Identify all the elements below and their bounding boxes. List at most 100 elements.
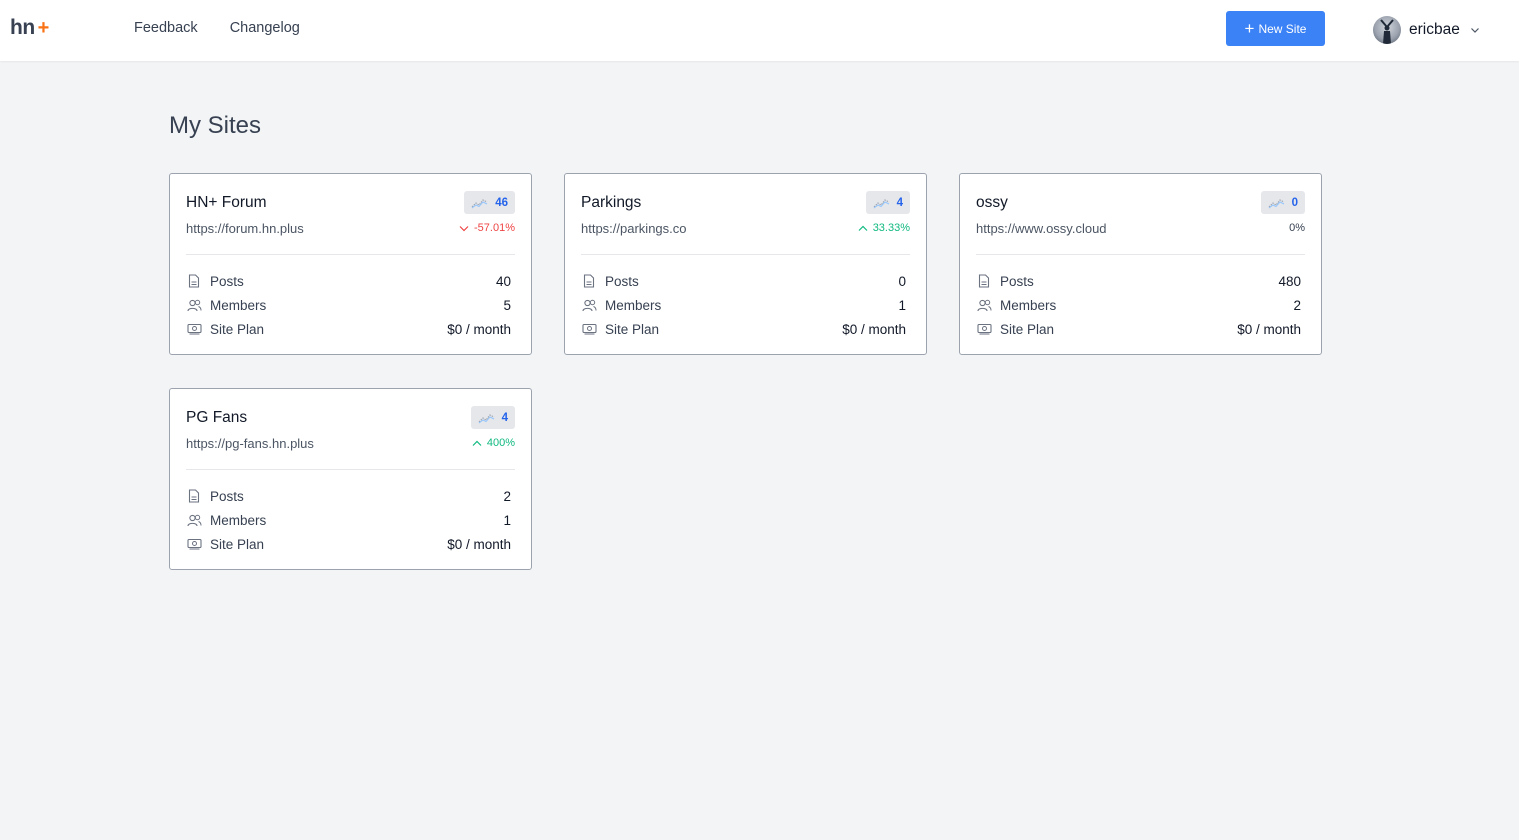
avatar bbox=[1373, 15, 1401, 44]
document-icon bbox=[581, 273, 597, 289]
visits-count: 4 bbox=[896, 196, 903, 209]
document-icon bbox=[186, 488, 202, 504]
document-icon bbox=[976, 273, 992, 289]
stat-label: Posts bbox=[210, 273, 244, 289]
stat-members-value: 5 bbox=[503, 297, 511, 313]
stat-posts-value: 0 bbox=[898, 273, 906, 289]
change-value: 33.33% bbox=[872, 222, 910, 234]
cash-icon bbox=[976, 321, 992, 337]
stat-posts-value: 480 bbox=[1278, 273, 1301, 289]
change-value: -57.01% bbox=[474, 222, 515, 234]
stat-plan-value: $0 / month bbox=[842, 321, 906, 337]
stat-plan-value: $0 / month bbox=[447, 536, 511, 552]
site-url[interactable]: https://parkings.co bbox=[581, 221, 687, 236]
visits-badge: 46 bbox=[464, 191, 515, 214]
stat-members-value: 1 bbox=[503, 512, 511, 528]
site-url[interactable]: https://pg-fans.hn.plus bbox=[186, 436, 314, 451]
stat-label: Members bbox=[605, 297, 662, 313]
users-icon bbox=[581, 297, 597, 313]
new-site-button[interactable]: + New Site bbox=[1226, 11, 1325, 46]
stat-posts: Posts 40 bbox=[186, 271, 511, 291]
stat-plan: Site Plan $0 / month bbox=[186, 534, 511, 554]
user-menu[interactable]: ericbae bbox=[1373, 15, 1480, 44]
chevron-down-icon bbox=[459, 225, 469, 231]
visits-badge: 4 bbox=[470, 406, 515, 429]
cash-icon bbox=[581, 321, 597, 337]
visits-change: -57.01% bbox=[459, 222, 515, 234]
stat-label: Site Plan bbox=[605, 321, 660, 337]
site-name: Parkings bbox=[581, 194, 642, 211]
username: ericbae bbox=[1409, 20, 1460, 38]
stat-label: Members bbox=[210, 512, 267, 528]
site-card[interactable]: Parkings https://parkings.co 4 33.33% Po… bbox=[564, 173, 927, 355]
stat-members-value: 2 bbox=[1293, 297, 1301, 313]
new-site-label: New Site bbox=[1258, 21, 1307, 36]
stat-label: Site Plan bbox=[210, 321, 265, 337]
chevron-down-icon bbox=[1470, 27, 1479, 33]
trend-chart-icon bbox=[471, 198, 488, 208]
stat-plan: Site Plan $0 / month bbox=[976, 319, 1301, 339]
stat-label: Posts bbox=[210, 488, 244, 504]
site-url[interactable]: https://www.ossy.cloud bbox=[976, 221, 1107, 236]
users-icon bbox=[186, 512, 202, 528]
cash-icon bbox=[186, 321, 202, 337]
visits-count: 4 bbox=[501, 411, 508, 424]
visits-badge: 4 bbox=[865, 191, 910, 214]
nav-changelog-link[interactable]: Changelog bbox=[230, 20, 300, 36]
divider bbox=[186, 469, 515, 470]
logo-text: hn bbox=[10, 16, 35, 39]
stat-posts: Posts 0 bbox=[581, 271, 906, 291]
stat-plan-value: $0 / month bbox=[1237, 321, 1301, 337]
change-value: 0% bbox=[1289, 222, 1305, 234]
users-icon bbox=[976, 297, 992, 313]
site-card[interactable]: PG Fans https://pg-fans.hn.plus 4 400% P… bbox=[169, 388, 532, 570]
trend-chart-icon bbox=[478, 413, 494, 423]
stat-posts: Posts 2 bbox=[186, 486, 511, 506]
plus-icon: + bbox=[1244, 18, 1255, 38]
visits-count: 46 bbox=[495, 196, 508, 209]
divider bbox=[186, 254, 515, 255]
stat-posts-value: 2 bbox=[503, 488, 511, 504]
stat-members-value: 1 bbox=[898, 297, 906, 313]
document-icon bbox=[186, 273, 202, 289]
chevron-up-icon bbox=[472, 440, 482, 446]
visits-change: 0% bbox=[1289, 222, 1305, 234]
visits-badge: 0 bbox=[1260, 191, 1305, 214]
stat-label: Members bbox=[210, 297, 267, 313]
sites-grid: HN+ Forum https://forum.hn.plus 46 -57.0… bbox=[169, 173, 1322, 570]
stat-members: Members 2 bbox=[976, 295, 1301, 315]
stat-label: Posts bbox=[605, 273, 639, 289]
divider bbox=[976, 254, 1305, 255]
trend-chart-icon bbox=[1268, 198, 1284, 208]
nav-feedback-link[interactable]: Feedback bbox=[134, 20, 198, 36]
visits-count: 0 bbox=[1291, 196, 1298, 209]
divider bbox=[581, 254, 910, 255]
stat-label: Members bbox=[1000, 297, 1057, 313]
stat-label: Posts bbox=[1000, 273, 1034, 289]
site-name: HN+ Forum bbox=[186, 194, 267, 211]
trend-chart-icon bbox=[873, 198, 889, 208]
main-nav: Feedback Changelog bbox=[134, 20, 300, 36]
site-name: PG Fans bbox=[186, 409, 248, 426]
top-bar: hn + Feedback Changelog + New Site ericb… bbox=[0, 0, 1519, 61]
visits-change: 400% bbox=[472, 437, 515, 449]
change-value: 400% bbox=[486, 437, 515, 449]
stat-members: Members 1 bbox=[581, 295, 906, 315]
stat-plan: Site Plan $0 / month bbox=[186, 319, 511, 339]
page-title: My Sites bbox=[169, 112, 262, 139]
stat-label: Site Plan bbox=[210, 536, 265, 552]
site-card[interactable]: ossy https://www.ossy.cloud 0 0% Posts 4… bbox=[959, 173, 1322, 355]
stat-label: Site Plan bbox=[1000, 321, 1055, 337]
site-url[interactable]: https://forum.hn.plus bbox=[186, 221, 304, 236]
stat-plan: Site Plan $0 / month bbox=[581, 319, 906, 339]
stat-members: Members 5 bbox=[186, 295, 511, 315]
stat-posts: Posts 480 bbox=[976, 271, 1301, 291]
cash-icon bbox=[186, 536, 202, 552]
stat-plan-value: $0 / month bbox=[447, 321, 511, 337]
visits-change: 33.33% bbox=[858, 222, 910, 234]
users-icon bbox=[186, 297, 202, 313]
chevron-up-icon bbox=[858, 225, 868, 231]
site-card[interactable]: HN+ Forum https://forum.hn.plus 46 -57.0… bbox=[169, 173, 532, 355]
stat-posts-value: 40 bbox=[495, 273, 511, 289]
logo[interactable]: hn + bbox=[10, 16, 49, 39]
